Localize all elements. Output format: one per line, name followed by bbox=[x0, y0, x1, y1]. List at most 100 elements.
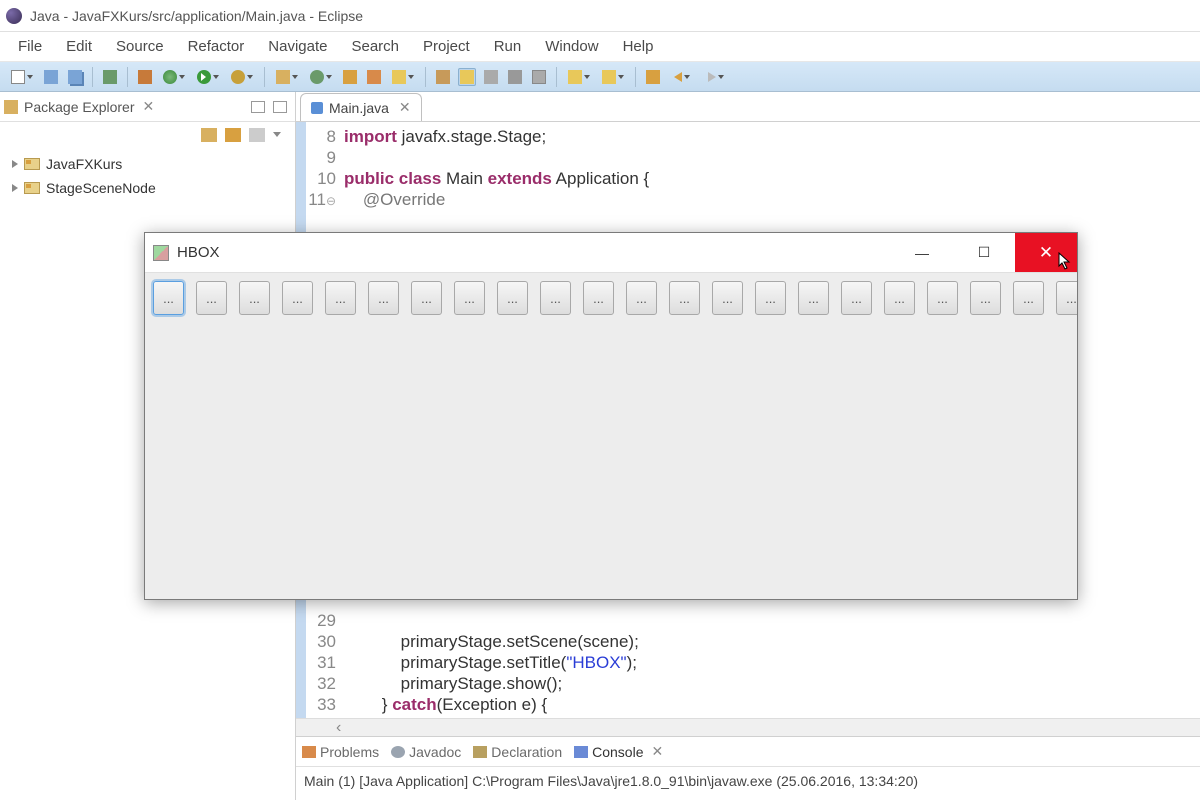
prev-annotation-button[interactable] bbox=[599, 68, 627, 86]
new-class-button[interactable] bbox=[307, 68, 335, 86]
hbox-button[interactable]: ... bbox=[153, 281, 184, 315]
console-output: Main (1) [Java Application] C:\Program F… bbox=[296, 767, 1200, 795]
debug-button[interactable] bbox=[160, 68, 188, 86]
code-body[interactable]: primaryStage.setScene(scene); primarySta… bbox=[340, 606, 1200, 718]
menu-source[interactable]: Source bbox=[104, 34, 176, 59]
editor-tab[interactable]: Main.java ✕ bbox=[300, 93, 422, 121]
next-annotation-button[interactable] bbox=[565, 68, 593, 86]
close-icon[interactable]: ✕ bbox=[652, 743, 664, 760]
search-button[interactable] bbox=[389, 68, 417, 86]
open-task-button[interactable] bbox=[365, 68, 383, 86]
save-all-button[interactable] bbox=[66, 68, 84, 86]
last-edit-button[interactable] bbox=[644, 68, 662, 86]
close-button[interactable]: ✕ bbox=[1015, 233, 1077, 272]
chevron-right-icon[interactable] bbox=[12, 184, 18, 192]
hbox-button[interactable]: ... bbox=[626, 281, 657, 315]
hbox-button[interactable]: ... bbox=[712, 281, 743, 315]
hbox-button[interactable]: ... bbox=[239, 281, 270, 315]
project-label: StageSceneNode bbox=[46, 180, 156, 196]
hbox-button[interactable]: ... bbox=[497, 281, 528, 315]
collapse-all-icon[interactable] bbox=[201, 128, 217, 142]
back-button[interactable] bbox=[668, 68, 696, 86]
focus-icon[interactable] bbox=[249, 128, 265, 142]
hbox-button[interactable]: ... bbox=[454, 281, 485, 315]
chevron-right-icon[interactable] bbox=[12, 160, 18, 168]
menu-run[interactable]: Run bbox=[482, 34, 534, 59]
menubar: File Edit Source Refactor Navigate Searc… bbox=[0, 32, 1200, 62]
minimize-button[interactable]: — bbox=[891, 233, 953, 272]
package-explorer-toolbar bbox=[0, 122, 295, 148]
menu-window[interactable]: Window bbox=[533, 34, 610, 59]
eclipse-titlebar: Java - JavaFXKurs/src/application/Main.j… bbox=[0, 0, 1200, 32]
hbox-button[interactable]: ... bbox=[841, 281, 872, 315]
forward-button[interactable] bbox=[702, 68, 730, 86]
menu-help[interactable]: Help bbox=[611, 34, 666, 59]
hbox-button[interactable]: ... bbox=[1056, 281, 1077, 315]
project-label: JavaFXKurs bbox=[46, 156, 122, 172]
editor-tab-label: Main.java bbox=[329, 100, 389, 116]
hbox-window: HBOX — ☐ ✕ .............................… bbox=[144, 232, 1078, 600]
skip-breakpoints-button[interactable] bbox=[136, 68, 154, 86]
tab-javadoc[interactable]: Javadoc bbox=[391, 744, 461, 760]
run-last-button[interactable] bbox=[228, 68, 256, 86]
link-editor-icon[interactable] bbox=[225, 128, 241, 142]
open-perspective-button[interactable] bbox=[101, 68, 119, 86]
hbox-content: ........................................… bbox=[145, 273, 1077, 323]
hbox-button[interactable]: ... bbox=[798, 281, 829, 315]
main-toolbar bbox=[0, 62, 1200, 92]
close-icon[interactable]: ✕ bbox=[143, 98, 155, 115]
hbox-button[interactable]: ... bbox=[669, 281, 700, 315]
hbox-button[interactable]: ... bbox=[540, 281, 571, 315]
hbox-titlebar[interactable]: HBOX — ☐ ✕ bbox=[145, 233, 1077, 273]
maximize-view-button[interactable] bbox=[273, 101, 287, 113]
run-button[interactable] bbox=[194, 68, 222, 86]
hbox-button[interactable]: ... bbox=[884, 281, 915, 315]
minimize-view-button[interactable] bbox=[251, 101, 265, 113]
hbox-button[interactable]: ... bbox=[583, 281, 614, 315]
hbox-button[interactable]: ... bbox=[411, 281, 442, 315]
project-tree: JavaFXKurs StageSceneNode bbox=[0, 148, 295, 204]
package-explorer-header: Package Explorer ✕ bbox=[0, 92, 295, 122]
project-item[interactable]: StageSceneNode bbox=[8, 176, 287, 200]
hbox-button[interactable]: ... bbox=[325, 281, 356, 315]
hbox-button[interactable]: ... bbox=[196, 281, 227, 315]
hbox-button[interactable]: ... bbox=[368, 281, 399, 315]
show-whitespace-button[interactable] bbox=[482, 68, 500, 86]
hbox-title: HBOX bbox=[177, 244, 220, 261]
hbox-button[interactable]: ... bbox=[927, 281, 958, 315]
toggle-block-button[interactable] bbox=[458, 68, 476, 86]
link-button[interactable] bbox=[530, 68, 548, 86]
tab-console[interactable]: Console✕ bbox=[574, 743, 663, 760]
save-button[interactable] bbox=[42, 68, 60, 86]
project-item[interactable]: JavaFXKurs bbox=[8, 152, 287, 176]
menu-project[interactable]: Project bbox=[411, 34, 482, 59]
menu-navigate[interactable]: Navigate bbox=[256, 34, 339, 59]
menu-file[interactable]: File bbox=[6, 34, 54, 59]
hbox-button[interactable]: ... bbox=[755, 281, 786, 315]
close-icon[interactable]: ✕ bbox=[399, 99, 411, 116]
view-menu-icon[interactable] bbox=[273, 128, 289, 142]
pin-button[interactable] bbox=[506, 68, 524, 86]
toggle-mark-button[interactable] bbox=[434, 68, 452, 86]
hbox-button[interactable]: ... bbox=[970, 281, 1001, 315]
new-package-button[interactable] bbox=[273, 68, 301, 86]
bottom-tabs: Problems Javadoc Declaration Console✕ bbox=[296, 737, 1200, 767]
horizontal-scrollbar[interactable]: ‹ bbox=[296, 718, 1200, 736]
tab-problems[interactable]: Problems bbox=[302, 744, 379, 760]
maximize-button[interactable]: ☐ bbox=[953, 233, 1015, 272]
project-icon bbox=[24, 158, 40, 170]
window-title: Java - JavaFXKurs/src/application/Main.j… bbox=[30, 8, 363, 24]
hbox-button[interactable]: ... bbox=[1013, 281, 1044, 315]
code-editor-lower[interactable]: 29 30 31 32 33 primaryStage.setScene(sce… bbox=[296, 606, 1200, 718]
eclipse-icon bbox=[6, 8, 22, 24]
editor-tabs: Main.java ✕ bbox=[296, 92, 1200, 122]
menu-search[interactable]: Search bbox=[339, 34, 411, 59]
new-button[interactable] bbox=[8, 68, 36, 86]
tab-declaration[interactable]: Declaration bbox=[473, 744, 562, 760]
hbox-button[interactable]: ... bbox=[282, 281, 313, 315]
java-file-icon bbox=[311, 102, 323, 114]
menu-refactor[interactable]: Refactor bbox=[176, 34, 257, 59]
package-explorer-title: Package Explorer bbox=[24, 99, 135, 115]
menu-edit[interactable]: Edit bbox=[54, 34, 104, 59]
open-type-button[interactable] bbox=[341, 68, 359, 86]
